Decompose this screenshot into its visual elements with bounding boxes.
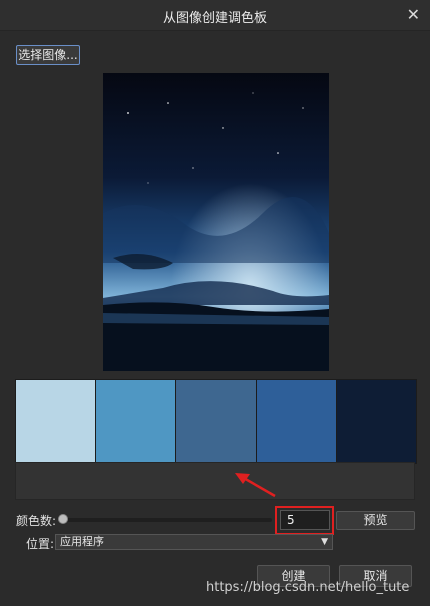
annotation-arrow [235,473,276,498]
annotation-highlight-box [275,506,334,535]
color-palette [15,379,417,464]
palette-swatch[interactable] [256,380,337,463]
palette-swatch[interactable] [96,380,177,463]
palette-area-empty [15,462,415,500]
close-icon[interactable]: ✕ [407,5,420,24]
dialog-title: 从图像创建调色板 [162,11,267,26]
chevron-down-icon: ▼ [321,537,328,547]
color-count-slider-handle[interactable] [58,514,68,524]
choose-image-button[interactable]: 选择图像... [16,45,80,65]
position-select-value: 应用程序 [60,535,104,548]
title-bar: 从图像创建调色板 ✕ [0,0,430,31]
source-image-preview [103,73,329,371]
preview-button[interactable]: 预览 [336,511,415,530]
watermark-text: https://blog.csdn.net/hello_tute [206,580,410,595]
color-count-label: 颜色数: [16,514,57,528]
position-select[interactable]: 应用程序 ▼ [55,534,333,550]
position-label: 位置: [26,537,55,551]
palette-swatch[interactable] [176,380,257,463]
color-count-slider-track[interactable] [62,518,272,522]
palette-swatch[interactable] [16,380,97,463]
palette-swatch[interactable] [336,380,417,463]
